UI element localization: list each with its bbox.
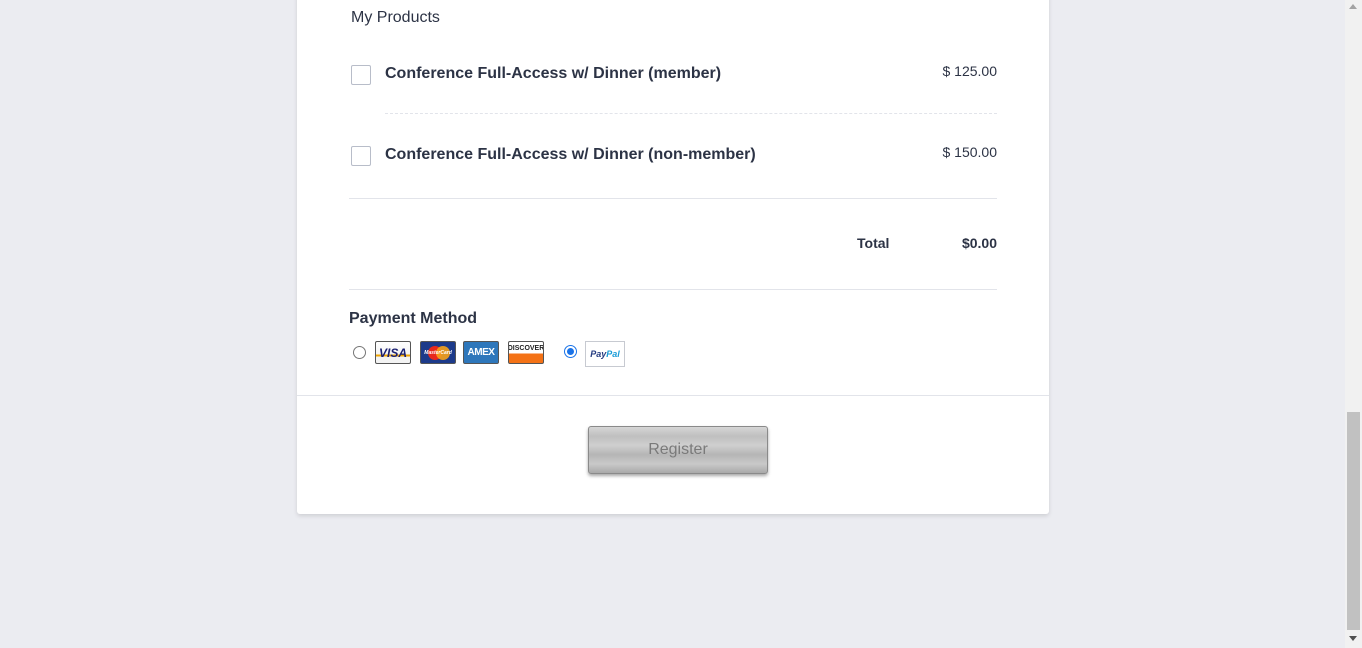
scrollbar-thumb[interactable] [1347,412,1360,630]
footer-divider [297,395,1049,396]
mastercard-logo: MasterCard [420,341,456,364]
paypal-logo: Pay Pal [585,341,625,367]
register-button[interactable]: Register [588,426,768,474]
credit-card-radio[interactable] [353,346,366,359]
amex-logo: AMEX [463,341,499,364]
paypal-logo-pal: Pal [606,349,620,359]
form-card: My Products Conference Full-Access w/ Di… [297,0,1049,514]
paypal-logo-pay: Pay [590,349,607,359]
total-divider [349,289,997,290]
product-item-non-member[interactable]: Conference Full-Access w/ Dinner (non-me… [351,144,997,168]
product-item-member[interactable]: Conference Full-Access w/ Dinner (member… [351,63,997,87]
page: My Products Conference Full-Access w/ Di… [0,0,1362,648]
total-value: $0.00 [961,235,997,251]
mastercard-logo-text: MasterCard [424,349,452,356]
discover-logo: DISCOVER [508,341,544,364]
product-checkbox-member[interactable] [351,65,371,85]
total-label: Total [857,235,890,251]
product-price: $ 125.00 [942,63,998,79]
product-checkbox-non-member[interactable] [351,146,371,166]
product-divider [385,113,997,114]
payment-method-title: Payment Method [349,310,478,327]
product-name: Conference Full-Access w/ Dinner (member… [385,65,722,82]
product-name: Conference Full-Access w/ Dinner (non-me… [385,146,756,163]
scroll-down-arrow-icon[interactable] [1349,636,1357,641]
vertical-scrollbar[interactable] [1345,0,1362,648]
products-divider [349,198,997,199]
product-price: $ 150.00 [942,144,998,160]
paypal-radio[interactable] [564,345,577,358]
products-section-title: My Products [351,9,440,26]
scroll-up-arrow-icon[interactable] [1349,4,1357,9]
visa-logo: VISA [375,341,411,364]
